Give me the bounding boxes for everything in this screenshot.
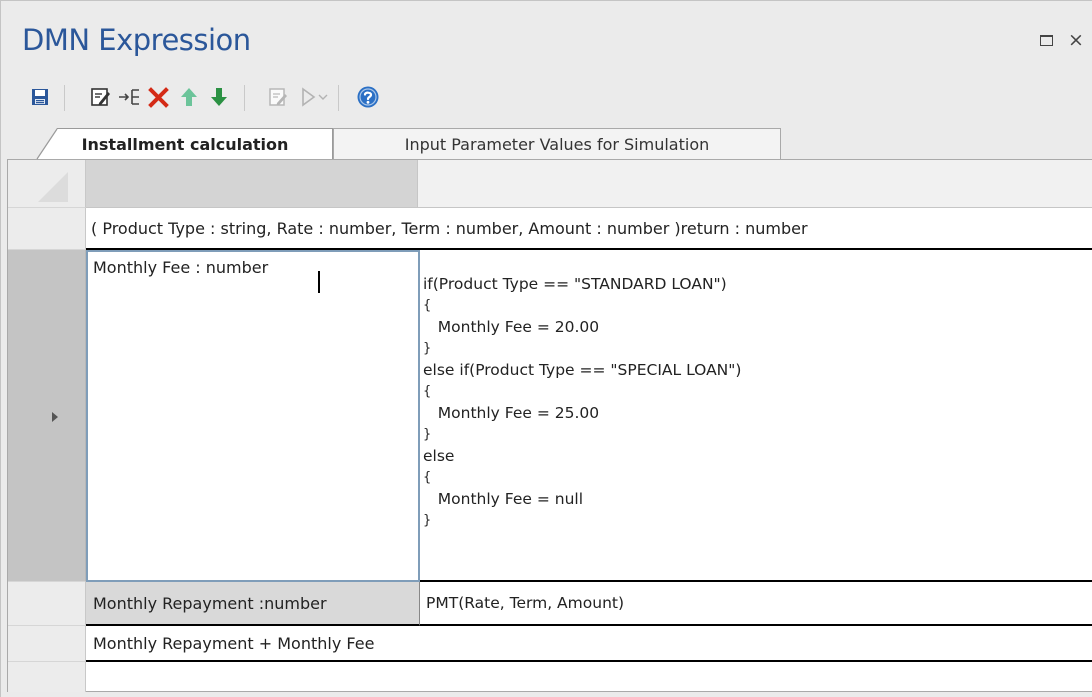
code-line: Monthly Fee = null — [423, 490, 584, 508]
insert-row-icon — [119, 89, 139, 105]
code-line: Monthly Fee = 20.00 — [423, 318, 600, 336]
toolbar — [1, 79, 1092, 115]
help-icon — [357, 86, 379, 108]
tab-strip: Installment calculation Input Parameter … — [1, 121, 1092, 159]
code-line: { — [423, 470, 432, 485]
run-options-dropdown[interactable] — [313, 79, 333, 115]
current-row-arrow-icon — [52, 412, 58, 422]
move-down-button[interactable] — [204, 79, 234, 115]
edit-icon — [91, 88, 110, 106]
help-button[interactable] — [353, 79, 383, 115]
row-header[interactable] — [8, 626, 86, 662]
edit-button[interactable] — [85, 79, 115, 115]
monthly-fee-name-cell[interactable]: Monthly Fee : number — [86, 250, 420, 582]
monthly-repayment-name: Monthly Repayment :number — [93, 594, 327, 613]
code-line: { — [423, 384, 432, 399]
tab-edge — [36, 128, 58, 160]
row-header[interactable] — [8, 208, 86, 250]
tab-input-parameter-values[interactable]: Input Parameter Values for Simulation — [333, 128, 781, 159]
save-icon — [32, 89, 48, 105]
maximize-icon — [1039, 34, 1053, 46]
move-up-button[interactable] — [174, 79, 204, 115]
code-line: Monthly Fee = 25.00 — [423, 404, 600, 422]
code-line: } — [423, 341, 432, 356]
monthly-fee-name: Monthly Fee : number — [93, 258, 269, 277]
monthly-repayment-expression: PMT(Rate, Term, Amount) — [426, 594, 625, 612]
column-header-expression[interactable] — [418, 160, 1092, 208]
dmn-expression-window: DMN Expression × Installment calculation… — [0, 0, 1092, 697]
result-expression-cell[interactable]: Monthly Repayment + Monthly Fee — [86, 626, 1092, 662]
save-button[interactable] — [25, 79, 55, 115]
move-up-icon — [181, 88, 197, 106]
code-line: if(Product Type == "STANDARD LOAN") — [423, 275, 727, 293]
code-line: { — [423, 298, 432, 313]
delete-icon — [148, 87, 169, 108]
close-button[interactable]: × — [1067, 29, 1085, 51]
validate-icon — [269, 88, 287, 106]
title-bar: DMN Expression × — [1, 1, 1092, 73]
row-header-selected[interactable] — [8, 250, 86, 582]
code-line: } — [423, 513, 432, 528]
toolbar-separator — [338, 85, 339, 111]
dropdown-arrow-icon — [318, 94, 328, 100]
delete-button[interactable] — [144, 79, 174, 115]
window-title: DMN Expression — [22, 23, 251, 57]
tab-installment-calculation[interactable]: Installment calculation — [37, 128, 333, 159]
maximize-button[interactable] — [1037, 31, 1055, 49]
toolbar-separator — [64, 85, 65, 111]
monthly-fee-expression: if(Product Type == "STANDARD LOAN") { Mo… — [423, 271, 741, 529]
validate-button[interactable] — [263, 79, 293, 115]
code-line: else — [423, 447, 455, 465]
signature-cell[interactable]: ( Product Type : string, Rate : number, … — [86, 208, 1092, 250]
row-header-empty — [8, 662, 86, 692]
move-down-icon — [211, 88, 227, 106]
toolbar-separator — [244, 85, 245, 111]
grid-corner[interactable] — [8, 160, 86, 208]
result-expression: Monthly Repayment + Monthly Fee — [93, 634, 375, 653]
code-line: else if(Product Type == "SPECIAL LOAN") — [423, 361, 742, 379]
text-caret — [318, 271, 320, 293]
signature-text: ( Product Type : string, Rate : number, … — [91, 219, 808, 238]
row-header[interactable] — [8, 582, 86, 626]
column-header-name[interactable] — [86, 160, 418, 208]
select-all-triangle-icon — [38, 172, 68, 202]
insert-row-button[interactable] — [115, 79, 145, 115]
monthly-repayment-expression-cell[interactable]: PMT(Rate, Term, Amount) — [420, 582, 1092, 626]
code-line: } — [423, 427, 432, 442]
monthly-repayment-name-cell[interactable]: Monthly Repayment :number — [86, 582, 420, 626]
